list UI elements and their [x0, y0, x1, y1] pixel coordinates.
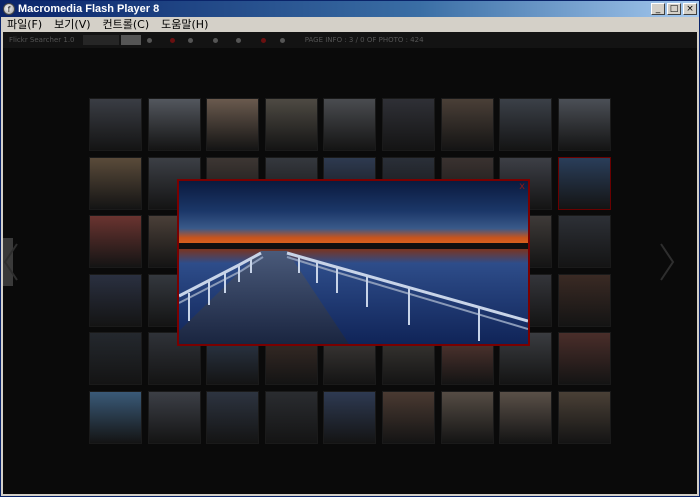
photo-thumbnail[interactable]: [206, 98, 260, 151]
photo-thumbnail[interactable]: [147, 98, 201, 151]
flash-app-icon: f: [3, 3, 15, 15]
radio-selected-icon: [169, 37, 175, 43]
window-title: Macromedia Flash Player 8: [18, 3, 160, 15]
photo-thumbnail[interactable]: [323, 98, 377, 151]
photo-thumbnail[interactable]: [89, 273, 142, 327]
photo-thumbnail[interactable]: [557, 390, 611, 444]
option-group-5[interactable]: [236, 36, 255, 44]
photo-thumbnail[interactable]: [89, 98, 142, 151]
option-group-4[interactable]: [213, 36, 230, 44]
photo-thumbnail[interactable]: [382, 98, 435, 151]
photo-thumbnail[interactable]: [89, 215, 142, 268]
photo-thumbnail[interactable]: [89, 156, 142, 210]
minimize-button[interactable]: _: [651, 3, 665, 15]
photo-thumbnail[interactable]: [557, 156, 611, 210]
search-button[interactable]: [121, 35, 141, 45]
radio-icon: [187, 37, 193, 43]
radio-selected-icon: [261, 37, 267, 43]
menu-view[interactable]: 보기(V): [48, 16, 96, 32]
maximize-button[interactable]: □: [667, 3, 681, 15]
photo-thumbnail[interactable]: [557, 98, 611, 151]
popup-close-icon[interactable]: x: [519, 181, 525, 192]
radio-icon: [279, 37, 285, 43]
page-info: PAGE INFO : 3 / 0 OF PHOTO : 424: [304, 36, 424, 44]
photo-thumbnail[interactable]: [206, 390, 260, 444]
photo-thumbnail[interactable]: [382, 390, 435, 444]
menu-control[interactable]: 컨트롤(C): [97, 16, 156, 32]
option-group-3[interactable]: [187, 36, 207, 44]
photo-thumbnail[interactable]: [89, 332, 142, 385]
option-group-6[interactable]: [261, 36, 273, 44]
photo-thumbnail[interactable]: [440, 98, 494, 151]
photo-thumbnail[interactable]: [499, 98, 553, 151]
menu-bar: 파일(F) 보기(V) 컨트롤(C) 도움말(H): [1, 17, 699, 31]
gallery-toolbar: Flickr Searcher 1.0 PAGE INFO : 3 / 0 OF…: [3, 32, 697, 48]
menu-file[interactable]: 파일(F): [1, 16, 48, 32]
photo-thumbnail[interactable]: [557, 332, 611, 385]
flash-player-window: f Macromedia Flash Player 8 _ □ × 파일(F) …: [0, 0, 700, 497]
photo-thumbnail[interactable]: [499, 390, 553, 444]
close-button[interactable]: ×: [683, 3, 697, 15]
previous-arrow-icon[interactable]: [3, 242, 19, 282]
option-group-1[interactable]: [146, 36, 164, 44]
top-right-control[interactable]: [676, 36, 689, 44]
title-bar: f Macromedia Flash Player 8 _ □ ×: [1, 1, 699, 17]
photo-thumbnail[interactable]: [264, 98, 318, 151]
photo-thumbnail[interactable]: [147, 390, 201, 444]
option-group-2[interactable]: [169, 36, 182, 44]
radio-icon: [213, 37, 219, 43]
search-box-group: [81, 35, 141, 45]
preview-photo: [179, 181, 528, 344]
radio-icon: [146, 37, 152, 43]
photo-thumbnail[interactable]: [264, 390, 318, 444]
photo-thumbnail[interactable]: [323, 390, 377, 444]
searcher-label: Flickr Searcher 1.0: [9, 36, 75, 44]
photo-thumbnail[interactable]: [440, 390, 494, 444]
radio-icon: [236, 37, 241, 43]
next-arrow-icon[interactable]: [659, 242, 675, 282]
menu-help[interactable]: 도움말(H): [155, 16, 214, 32]
photo-thumbnail[interactable]: [89, 390, 142, 444]
flash-content: Flickr Searcher 1.0 PAGE INFO : 3 / 0 OF…: [3, 32, 697, 494]
photo-thumbnail[interactable]: [557, 215, 611, 268]
option-group-7[interactable]: [279, 36, 299, 44]
photo-thumbnail[interactable]: [557, 273, 611, 327]
search-input[interactable]: [82, 35, 120, 45]
photo-preview-popup: x: [177, 179, 530, 346]
